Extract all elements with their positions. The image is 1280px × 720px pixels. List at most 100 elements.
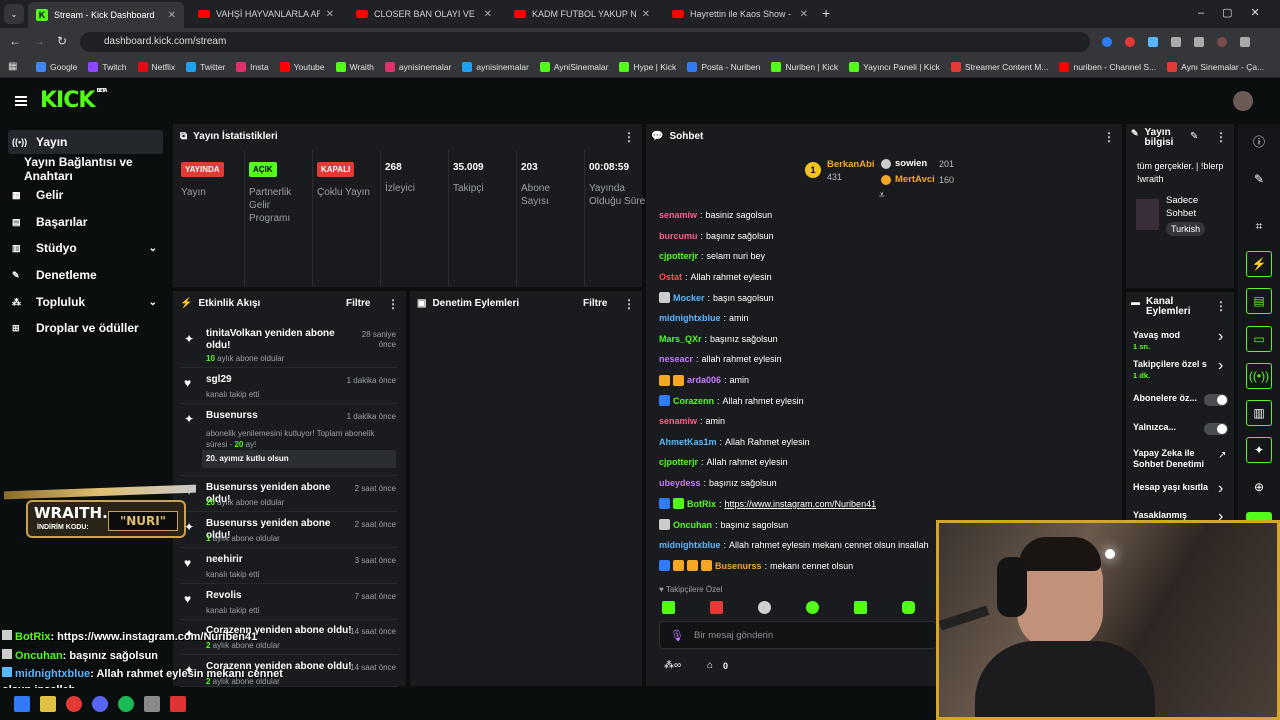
bookmark-label[interactable]: AyniSinemalar — [554, 62, 609, 72]
bookmark-item[interactable]: Wraith — [335, 61, 374, 72]
forward-icon[interactable]: → — [33, 34, 45, 48]
bookmark-item[interactable]: Google — [36, 61, 77, 72]
chat-users-icon[interactable]: ⁂∞ — [664, 660, 681, 671]
bookmark-label[interactable]: Twitch — [102, 62, 126, 72]
sidebar-item-label[interactable]: Yayın Bağlantısı ve Anahtarı — [24, 155, 163, 183]
chat-username[interactable]: neseacr — [659, 354, 693, 364]
chat-username[interactable]: senamiw — [659, 210, 697, 220]
chat-message[interactable]: Busenurss: mekanı cennet olsun — [659, 560, 853, 572]
bookmark-label[interactable]: nuriben - Channel S... — [1073, 62, 1156, 72]
bookmark-label[interactable]: aynisinemalar — [399, 62, 451, 72]
chat-message[interactable]: arda006: amin — [659, 374, 749, 386]
activity-event[interactable]: ✦Busenurss yeniden abone oldu!20 aylık a… — [180, 478, 398, 512]
chat-input-placeholder[interactable]: Bir mesaj gönderin — [694, 630, 773, 641]
close-tab-icon[interactable]: ✕ — [642, 9, 650, 20]
channel-actions-menu-button[interactable]: ⋮ — [1215, 299, 1227, 313]
bookmark-item[interactable]: Twitter — [186, 61, 225, 72]
chat-username[interactable]: Oncuhan — [673, 520, 712, 530]
browser-tab-5[interactable]: Hayrettin ile Kaos Show - 2.Sez ✕ — [664, 4, 816, 24]
channel-action-label[interactable]: Yapay Zeka ile Sohbet Denetimi — [1133, 448, 1204, 469]
leaderboard-expand-icon[interactable]: ⩡ — [879, 190, 885, 201]
sidebar-item-label[interactable]: Denetleme — [36, 268, 97, 282]
sidebar-item-label[interactable]: Topluluk — [36, 295, 85, 309]
chat-message[interactable]: cjpotterjr: selam nuri bey — [659, 251, 765, 261]
stream-info-menu-button[interactable]: ⋮ — [1215, 130, 1227, 144]
bookmark-item[interactable]: Twitch — [88, 61, 127, 72]
bookmark-item[interactable]: Netflix — [137, 61, 176, 72]
chevron-right-icon[interactable]: › — [1218, 480, 1223, 498]
url-text[interactable]: dashboard.kick.com/stream — [104, 36, 226, 47]
emote-6[interactable] — [902, 601, 915, 614]
bookmark-label[interactable]: Streamer Content M... — [965, 62, 1049, 72]
tab-title[interactable]: Hayrettin ile Kaos Show - 2.Sez — [690, 9, 794, 19]
chevron-down-icon[interactable]: ⌄ — [149, 243, 157, 254]
document-icon[interactable]: ▤ — [1246, 288, 1272, 314]
tab-search-button[interactable]: ⌄ — [4, 4, 24, 24]
sidebar-item-label[interactable]: Droplar ve ödüller — [36, 321, 139, 335]
broadcast-icon[interactable]: ((•)) — [1246, 363, 1272, 389]
chat-message[interactable]: Corazenn: Allah rahmet eylesin — [659, 395, 804, 407]
chat-username[interactable]: senamiw — [659, 416, 697, 426]
crop-icon[interactable]: ⌗ — [1246, 213, 1272, 239]
moderation-filter-button[interactable]: Filtre — [583, 298, 607, 309]
activity-event[interactable]: ✦ Busenurss yeniden abone oldu! 1 aylık ab… — [180, 514, 398, 548]
channel-action-label[interactable]: Yalnızca... — [1133, 422, 1176, 432]
bookmark-label[interactable]: Google — [50, 62, 77, 72]
channel-action-item[interactable]: Abonelere öz... — [1133, 393, 1209, 404]
chat-menu-button[interactable]: ⋮ — [1103, 130, 1115, 144]
chevron-right-icon[interactable]: › — [1218, 357, 1223, 375]
sidebar-item-label[interactable]: Yayın — [36, 135, 67, 149]
bookmark-label[interactable]: aynisinemalar — [476, 62, 528, 72]
activity-event[interactable]: ✦ tinitaVolkan yeniden abone oldu! 10 aylı… — [180, 324, 398, 368]
chat-input[interactable]: 🎙 Bir mesaj gönderin — [659, 621, 937, 649]
sidebar-item-4[interactable]: ▤ Başarılar — [8, 210, 163, 234]
emote-4[interactable] — [806, 601, 819, 614]
bookmark-label[interactable]: Posta - Nuriben — [701, 62, 760, 72]
tab-title[interactable]: KADM FUTBOL YAKUP NE KADAR — [532, 9, 636, 19]
chat-username[interactable]: ubeydess — [659, 478, 701, 488]
taskbar-icons[interactable] — [14, 696, 186, 712]
toggle-switch[interactable] — [1204, 394, 1228, 406]
bookmark-item[interactable]: Yayıncı Paneli | Kick — [849, 61, 940, 72]
chat-message[interactable]: Mars_QXr: başınız sağolsun — [659, 334, 778, 344]
chat-gift-icon[interactable]: ⌂ — [707, 660, 713, 671]
bookmark-item[interactable]: Insta — [236, 61, 269, 72]
bookmark-item[interactable]: AyniSinemalar — [539, 61, 609, 72]
bookmark-label[interactable]: Netflix — [152, 62, 176, 72]
tab-title[interactable]: VAHŞİ HAYVANLARLA ARKADAŞ — [216, 9, 320, 19]
chat-username[interactable]: AhmetKas1m — [659, 437, 717, 447]
close-tab-icon[interactable]: ✕ — [800, 9, 808, 20]
browser-tab-1[interactable]: K Stream - Kick Dashboard ✕ — [28, 2, 184, 28]
chat-username[interactable]: cjpotterjr — [659, 251, 698, 261]
bookmark-label[interactable]: Hype | Kick — [633, 62, 676, 72]
channel-action-label[interactable]: Hesap yaşı kısıtla — [1133, 482, 1208, 492]
bookmark-item[interactable]: Nuriben | Kick — [771, 61, 838, 72]
chat-message[interactable]: midnightxblue: amin — [659, 313, 749, 323]
emote-row[interactable] — [662, 601, 922, 615]
channel-action-label[interactable]: Takipçilere özel s — [1133, 359, 1207, 369]
window-controls[interactable]: –▢✕ — [1198, 6, 1278, 19]
bookmark-label[interactable]: Nuriben | Kick — [785, 62, 838, 72]
channel-action-label[interactable]: Yavaş mod — [1133, 330, 1180, 340]
emote-1[interactable] — [662, 601, 675, 614]
chat-message[interactable]: senamiw: amin — [659, 416, 725, 426]
channel-action-item[interactable]: Takipçilere özel s 1 dk. — [1133, 359, 1209, 381]
bookmark-item[interactable]: aynisinemalar — [384, 61, 451, 72]
user-avatar[interactable] — [1233, 91, 1253, 111]
channel-action-item[interactable]: Yapay Zeka ile Sohbet Denetimi — [1133, 448, 1213, 470]
sidebar-item-8[interactable]: ⊞ Droplar ve ödüller — [8, 316, 163, 340]
activity-event[interactable]: ✦ Busenurss abonelik yenilemesini kutluyor… — [180, 406, 398, 476]
leader-1[interactable]: 1 BerkanAbi 431 — [805, 158, 880, 184]
bookmark-label[interactable]: Wraith — [350, 62, 374, 72]
chat-message[interactable]: senamiw: basiniz sagolsun — [659, 210, 772, 220]
channel-action-item[interactable]: Yalnızca... — [1133, 422, 1209, 433]
apps-icon[interactable]: ▦ — [8, 61, 17, 72]
chat-message[interactable]: AhmetKas1m: Allah Rahmet eylesin — [659, 437, 810, 447]
bookmark-label[interactable]: Youtube — [294, 62, 325, 72]
tab-title[interactable]: Stream - Kick Dashboard — [54, 10, 155, 20]
sidebar-item-6[interactable]: ✎ Denetleme — [8, 263, 163, 287]
leader-2[interactable]: sowien 201 — [881, 157, 971, 171]
chat-text[interactable]: https://www.instagram.com/Nuriben41 — [725, 499, 877, 509]
sidebar-item-5[interactable]: ▥ Stüdyo ⌄ — [8, 236, 163, 260]
chat-message[interactable]: midnightxblue: Allah rahmet eylesin mekan… — [659, 540, 929, 550]
